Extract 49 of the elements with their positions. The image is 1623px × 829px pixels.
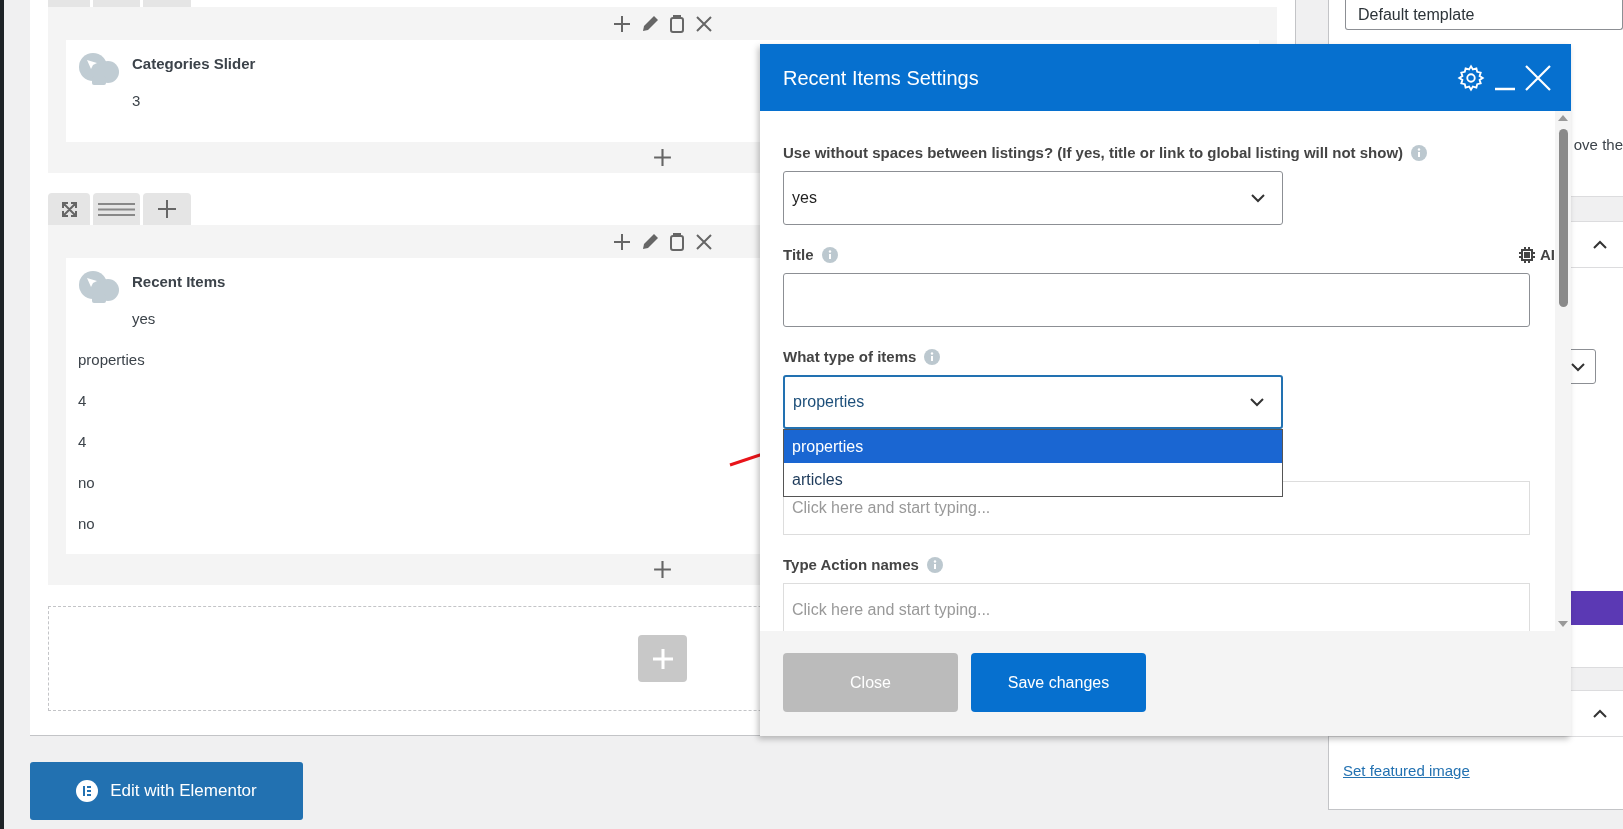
scroll-up-icon[interactable] [1558, 115, 1568, 121]
scrollbar[interactable] [1555, 111, 1571, 631]
scroll-thumb[interactable] [1558, 129, 1568, 307]
expand-icon [60, 200, 78, 218]
select-field[interactable]: yes [783, 171, 1283, 225]
save-button[interactable]: Save changes [971, 653, 1146, 712]
widget-title: Categories Slider [132, 54, 256, 74]
widget-value: yes [132, 309, 157, 329]
settings-icon[interactable] [1457, 63, 1485, 92]
plus-icon[interactable] [611, 13, 632, 34]
plus-icon [650, 646, 675, 671]
widget-icon [78, 52, 120, 86]
widget-value: no [78, 473, 95, 493]
field-label: Title [783, 244, 814, 265]
widget-icon [78, 270, 120, 304]
scroll-down-icon[interactable] [1558, 621, 1568, 627]
close-icon[interactable] [1525, 64, 1551, 91]
plus-icon[interactable] [652, 147, 673, 168]
template-select[interactable]: Default template [1345, 0, 1623, 30]
clipboard-icon[interactable] [667, 13, 686, 34]
dialog-title: Recent Items Settings [783, 65, 979, 91]
expand-button[interactable] [48, 193, 90, 225]
select-field[interactable]: properties [783, 375, 1283, 429]
clipboard-icon[interactable] [667, 231, 686, 252]
close-icon[interactable] [693, 13, 714, 34]
sidebar-text: ove the [1573, 135, 1623, 155]
ai-button[interactable]: AI [1518, 243, 1555, 267]
widget-value: 3 [132, 91, 142, 111]
widget-value: 4 [78, 391, 87, 411]
plus-icon[interactable] [652, 559, 673, 580]
plus-icon[interactable] [611, 231, 632, 252]
widget-value: 4 [78, 432, 87, 452]
edit-with-elementor-button[interactable]: Edit with Elementor [30, 762, 303, 820]
field-label: What type of items [783, 346, 917, 367]
add-button[interactable] [143, 193, 191, 225]
widget-value: no [78, 514, 95, 534]
field-label: Use without spaces between listings? (If yes, title or link to global listing will not show) [783, 142, 1404, 163]
plus-icon [157, 199, 177, 219]
field-label: Type Action names [783, 554, 919, 575]
set-featured-image-link[interactable]: Set featured image [1343, 762, 1470, 779]
dropdown-option[interactable]: properties [784, 430, 1282, 463]
chip-icon [1518, 246, 1536, 264]
elementor-logo-icon [76, 780, 99, 802]
widget-value: properties [78, 350, 145, 370]
widget-title: Recent Items [132, 272, 226, 292]
text-field[interactable] [783, 273, 1530, 327]
move-button[interactable] [93, 193, 140, 225]
close-icon[interactable] [693, 231, 714, 252]
handle-icon [98, 202, 135, 216]
